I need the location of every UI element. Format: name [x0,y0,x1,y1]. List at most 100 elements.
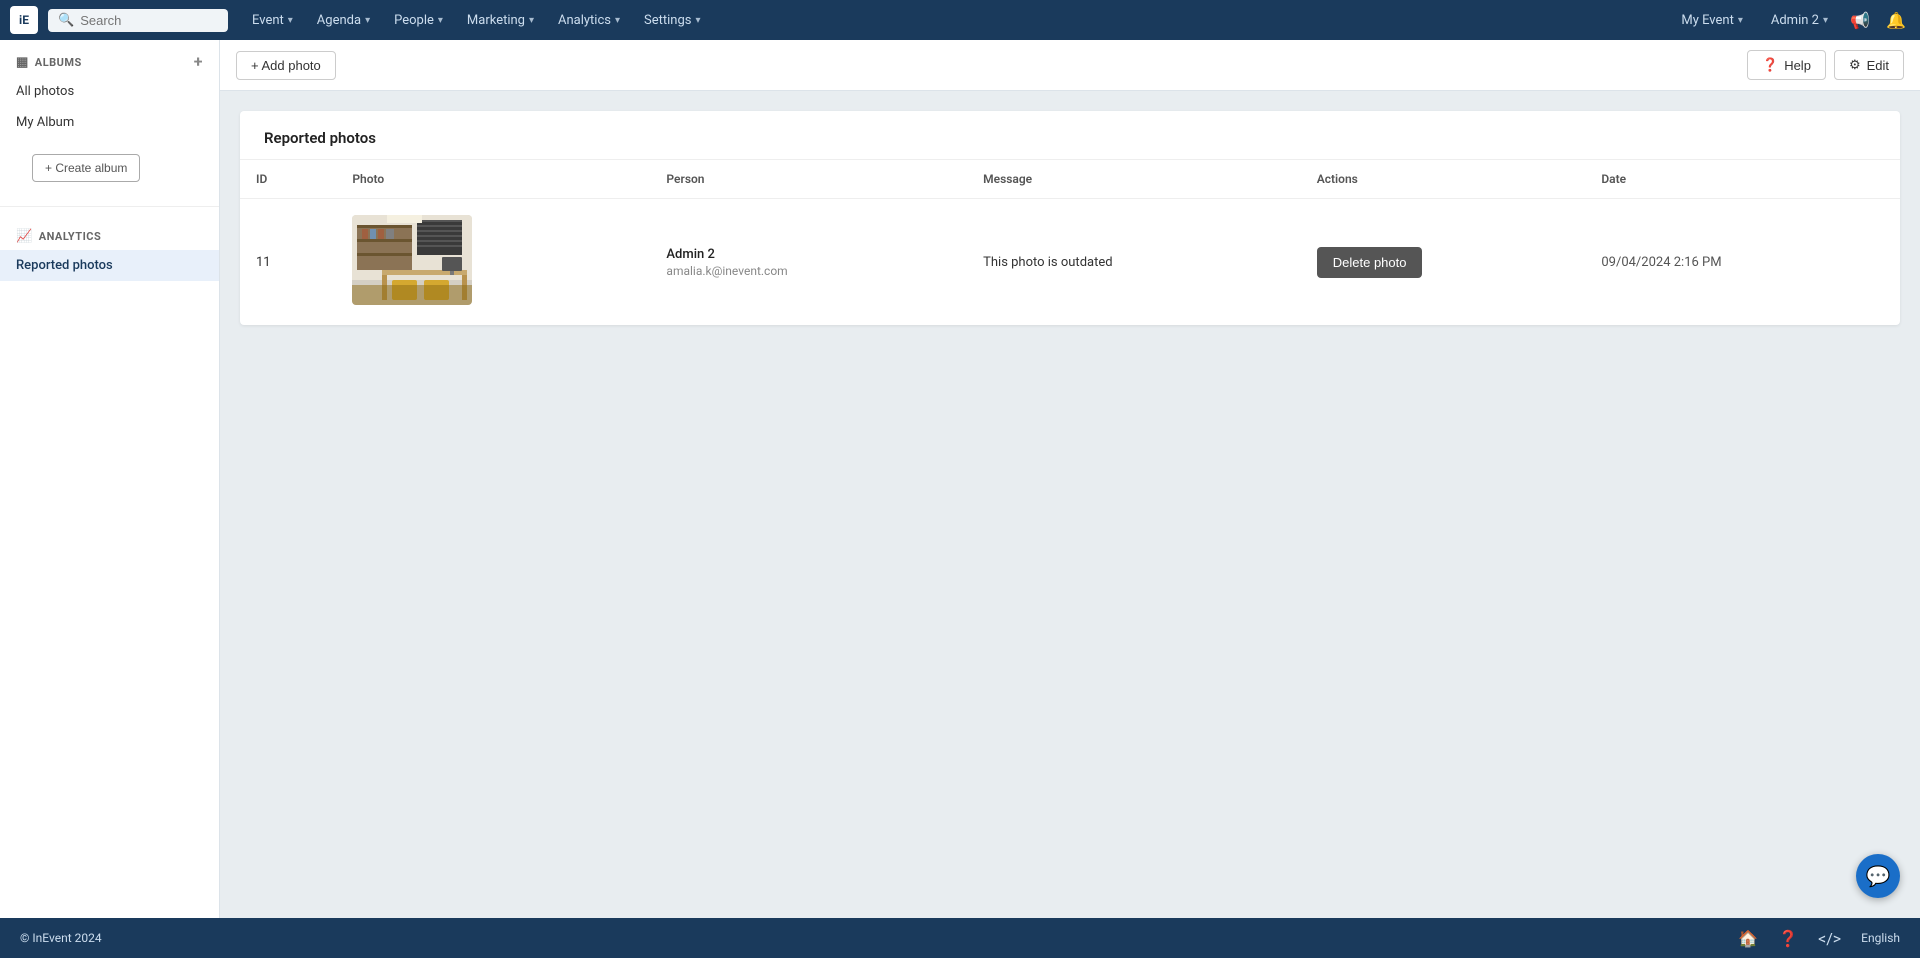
gear-icon: ⚙ [1849,57,1861,73]
col-date: Date [1585,160,1900,199]
nav-event[interactable]: Event ▾ [242,0,303,40]
create-album-button[interactable]: + Create album [32,154,140,182]
sidebar-item-my-album[interactable]: My Album [0,107,219,138]
search-input[interactable] [80,13,218,28]
my-album-label: My Album [16,115,74,130]
bell-icon[interactable]: 🔔 [1882,6,1910,34]
chevron-down-icon: ▾ [1738,15,1743,26]
analytics-icon: 📈 [16,229,33,244]
cell-actions: Delete photo [1301,199,1586,326]
admin-dropdown[interactable]: Admin 2 ▾ [1761,0,1838,40]
edit-label: Edit [1867,58,1889,73]
col-person: Person [650,160,967,199]
cell-person: Admin 2 amalia.k@inevent.com [650,199,967,326]
table-row: 11 [240,199,1900,326]
main-toolbar: + Add photo ❓ Help ⚙ Edit [220,40,1920,91]
broadcast-icon[interactable]: 📢 [1846,6,1874,34]
bottom-bar: © InEvent 2024 🏠 ❓ </> English [0,918,1920,958]
person-name: Admin 2 [666,247,951,262]
albums-section-header: ▦ ALBUMS + [0,40,219,76]
create-album-label: + Create album [45,161,127,175]
language-label[interactable]: English [1861,931,1900,945]
person-email: amalia.k@inevent.com [666,264,951,278]
chat-bubble-button[interactable]: 💬 [1856,854,1900,898]
help-button[interactable]: ❓ Help [1747,50,1826,80]
analytics-section-label: ANALYTICS [39,230,102,243]
code-icon[interactable]: </> [1818,929,1841,948]
card-title: Reported photos [240,111,1900,160]
home-icon[interactable]: 🏠 [1738,929,1758,948]
sidebar-divider [0,206,219,207]
chevron-down-icon: ▾ [529,15,534,26]
row-id: 11 [256,255,271,270]
nav-marketing[interactable]: Marketing ▾ [457,0,544,40]
nav-analytics[interactable]: Analytics ▾ [548,0,630,40]
chevron-down-icon: ▾ [1823,15,1828,26]
table-title: Reported photos [264,129,376,147]
chat-icon: 💬 [1866,864,1891,888]
nav-agenda-label: Agenda [317,13,361,28]
topnav-right: My Event ▾ Admin 2 ▾ 📢 🔔 [1671,0,1910,40]
chevron-down-icon: ▾ [288,15,293,26]
help-icon: ❓ [1762,57,1778,73]
bottombar-right: 🏠 ❓ </> English [1738,929,1900,948]
row-message: This photo is outdated [983,255,1112,270]
delete-photo-label: Delete photo [1333,255,1407,270]
top-navigation: iE 🔍 Event ▾ Agenda ▾ People ▾ Marketing… [0,0,1920,40]
add-album-button[interactable]: + [194,54,203,70]
help-icon[interactable]: ❓ [1778,929,1798,948]
chevron-down-icon: ▾ [438,15,443,26]
sidebar-item-all-photos[interactable]: All photos [0,76,219,107]
search-box[interactable]: 🔍 [48,9,228,32]
sidebar-item-reported-photos[interactable]: Reported photos [0,250,219,281]
main-layout: ▦ ALBUMS + All photos My Album + Create … [0,40,1920,918]
my-event-dropdown[interactable]: My Event ▾ [1671,0,1753,40]
albums-icon: ▦ [16,55,29,70]
col-actions: Actions [1301,160,1586,199]
nav-settings[interactable]: Settings ▾ [634,0,711,40]
main-content: + Add photo ❓ Help ⚙ Edit Reported photo… [220,40,1920,918]
logo[interactable]: iE [10,6,38,34]
nav-analytics-label: Analytics [558,13,611,28]
nav-people[interactable]: People ▾ [384,0,453,40]
reported-photos-card: Reported photos ID Photo Person Message … [240,111,1900,325]
nav-marketing-label: Marketing [467,13,525,28]
col-photo: Photo [336,160,650,199]
nav-event-label: Event [252,13,284,28]
all-photos-label: All photos [16,84,74,99]
logo-text: iE [19,13,29,27]
add-photo-button[interactable]: + Add photo [236,51,336,80]
nav-settings-label: Settings [644,13,691,28]
table-header-row: ID Photo Person Message Actions Date [240,160,1900,199]
table-body: 11 [240,199,1900,326]
photo-thumbnail [352,215,472,305]
chevron-down-icon: ▾ [615,15,620,26]
cell-message: This photo is outdated [967,199,1301,326]
col-id: ID [240,160,336,199]
edit-button[interactable]: ⚙ Edit [1834,50,1904,80]
cell-date: 09/04/2024 2:16 PM [1585,199,1900,326]
toolbar-right: ❓ Help ⚙ Edit [1747,50,1904,80]
reported-photos-label: Reported photos [16,258,113,273]
nav-agenda[interactable]: Agenda ▾ [307,0,380,40]
cell-id: 11 [240,199,336,326]
search-icon: 🔍 [58,13,74,28]
albums-section-label: ALBUMS [35,56,82,69]
admin-label: Admin 2 [1771,13,1819,28]
col-message: Message [967,160,1301,199]
help-label: Help [1784,58,1811,73]
copyright-text: © InEvent 2024 [20,931,102,945]
chevron-down-icon: ▾ [365,15,370,26]
table-head: ID Photo Person Message Actions Date [240,160,1900,199]
cell-photo [336,199,650,326]
sidebar: ▦ ALBUMS + All photos My Album + Create … [0,40,220,918]
table-wrapper: ID Photo Person Message Actions Date 11 [240,160,1900,325]
my-event-label: My Event [1681,13,1734,28]
nav-people-label: People [394,13,434,28]
chevron-down-icon: ▾ [696,15,701,26]
delete-photo-button[interactable]: Delete photo [1317,247,1423,278]
reported-photos-table: ID Photo Person Message Actions Date 11 [240,160,1900,325]
add-photo-label: + Add photo [251,58,321,73]
row-date: 09/04/2024 2:16 PM [1601,255,1721,270]
analytics-section-header: 📈 ANALYTICS [0,215,219,250]
